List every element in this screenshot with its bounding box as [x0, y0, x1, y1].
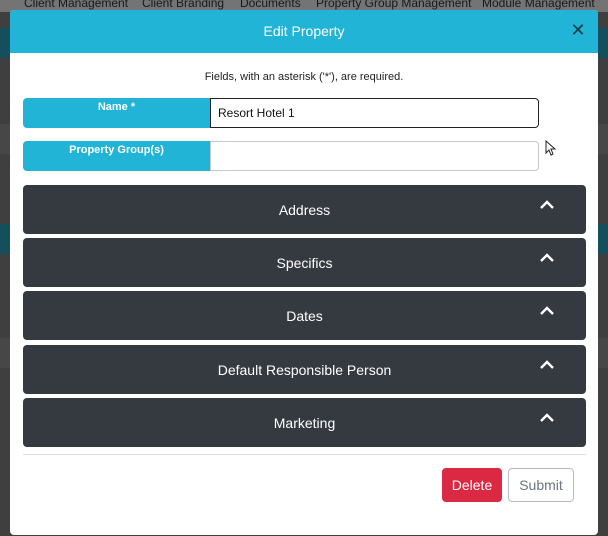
chevron-up-icon — [540, 413, 554, 422]
section-label: Address — [278, 202, 331, 218]
chevron-up-icon — [540, 360, 554, 369]
modal-header: Edit Property ✕ — [10, 10, 598, 53]
section-marketing[interactable]: Marketing — [23, 398, 586, 447]
name-input[interactable] — [210, 98, 539, 128]
chevron-up-icon — [540, 306, 554, 315]
mouse-cursor-icon — [545, 140, 557, 156]
required-note: Fields, with an asterisk ('*'), are requ… — [204, 71, 404, 83]
section-address[interactable]: Address — [23, 185, 586, 234]
name-label: Name * — [23, 98, 210, 128]
section-label: Default Responsible Person — [217, 362, 392, 378]
chevron-up-icon — [540, 253, 554, 262]
delete-button[interactable]: Delete — [442, 468, 502, 502]
section-default-responsible-person[interactable]: Default Responsible Person — [23, 345, 586, 394]
submit-button[interactable]: Submit — [508, 468, 574, 502]
section-label: Marketing — [273, 415, 336, 431]
chevron-up-icon — [540, 200, 554, 209]
footer-divider — [23, 454, 586, 455]
property-groups-label: Property Group(s) — [23, 141, 210, 171]
property-groups-input[interactable] — [210, 141, 539, 171]
section-label: Dates — [286, 308, 323, 324]
modal-title: Edit Property — [263, 23, 345, 39]
close-icon[interactable]: ✕ — [570, 21, 586, 39]
section-dates[interactable]: Dates — [23, 291, 586, 340]
section-specifics[interactable]: Specifics — [23, 238, 586, 287]
edit-property-modal: Edit Property ✕ Fields, with an asterisk… — [10, 10, 598, 535]
section-label: Specifics — [276, 255, 333, 271]
